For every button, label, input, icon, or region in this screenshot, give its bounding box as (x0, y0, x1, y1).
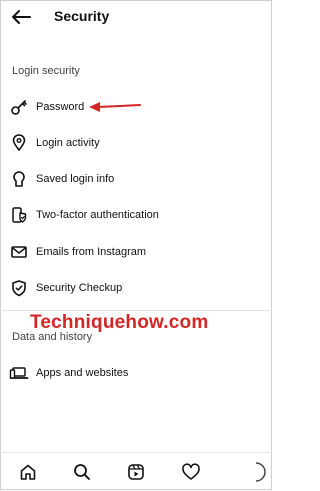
menu-item-login-activity[interactable]: Login activity (8, 129, 258, 157)
reels-icon (128, 464, 144, 480)
location-pin-icon (8, 132, 30, 154)
annotation-arrow-icon (89, 102, 141, 112)
nav-home-button[interactable] (17, 461, 39, 483)
menu-item-label: Login activity (36, 137, 100, 149)
menu-item-emails[interactable]: Emails from Instagram (8, 238, 258, 266)
key-icon (8, 96, 30, 118)
shield-phone-icon (8, 204, 30, 226)
menu-item-label: Apps and websites (36, 367, 129, 379)
watermark: Techniquehow.com (30, 312, 209, 333)
profile-avatar-icon (255, 462, 266, 482)
shield-check-icon (8, 277, 30, 299)
menu-item-label: Password (36, 101, 85, 113)
section-divider (0, 310, 272, 311)
back-button[interactable] (8, 6, 34, 28)
menu-item-label: Emails from Instagram (36, 246, 147, 258)
mail-icon (8, 241, 30, 263)
menu-item-label: Saved login info (36, 173, 115, 185)
menu-item-label: Two-factor authentication (36, 209, 159, 221)
nav-search-button[interactable] (71, 461, 93, 483)
menu-item-two-factor[interactable]: Two-factor authentication (8, 201, 258, 229)
header: Security (0, 0, 272, 34)
nav-reels-button[interactable] (125, 461, 147, 483)
nav-profile-partial[interactable] (252, 461, 272, 483)
keyhole-icon (8, 168, 30, 190)
search-icon (74, 464, 90, 480)
menu-item-security-checkup[interactable]: Security Checkup (8, 274, 258, 302)
menu-item-apps-websites[interactable]: Apps and websites (8, 359, 258, 387)
menu-item-saved-login-info[interactable]: Saved login info (8, 165, 258, 193)
back-arrow-icon (12, 10, 31, 24)
menu-item-label: Security Checkup (36, 282, 123, 294)
section-login-security: Login security (12, 65, 80, 77)
nav-activity-button[interactable] (180, 461, 202, 483)
page-title: Security (54, 8, 110, 24)
laptop-icon (8, 362, 30, 384)
bottom-nav-bar (0, 452, 272, 491)
home-icon (20, 464, 36, 480)
heart-icon (182, 463, 200, 480)
